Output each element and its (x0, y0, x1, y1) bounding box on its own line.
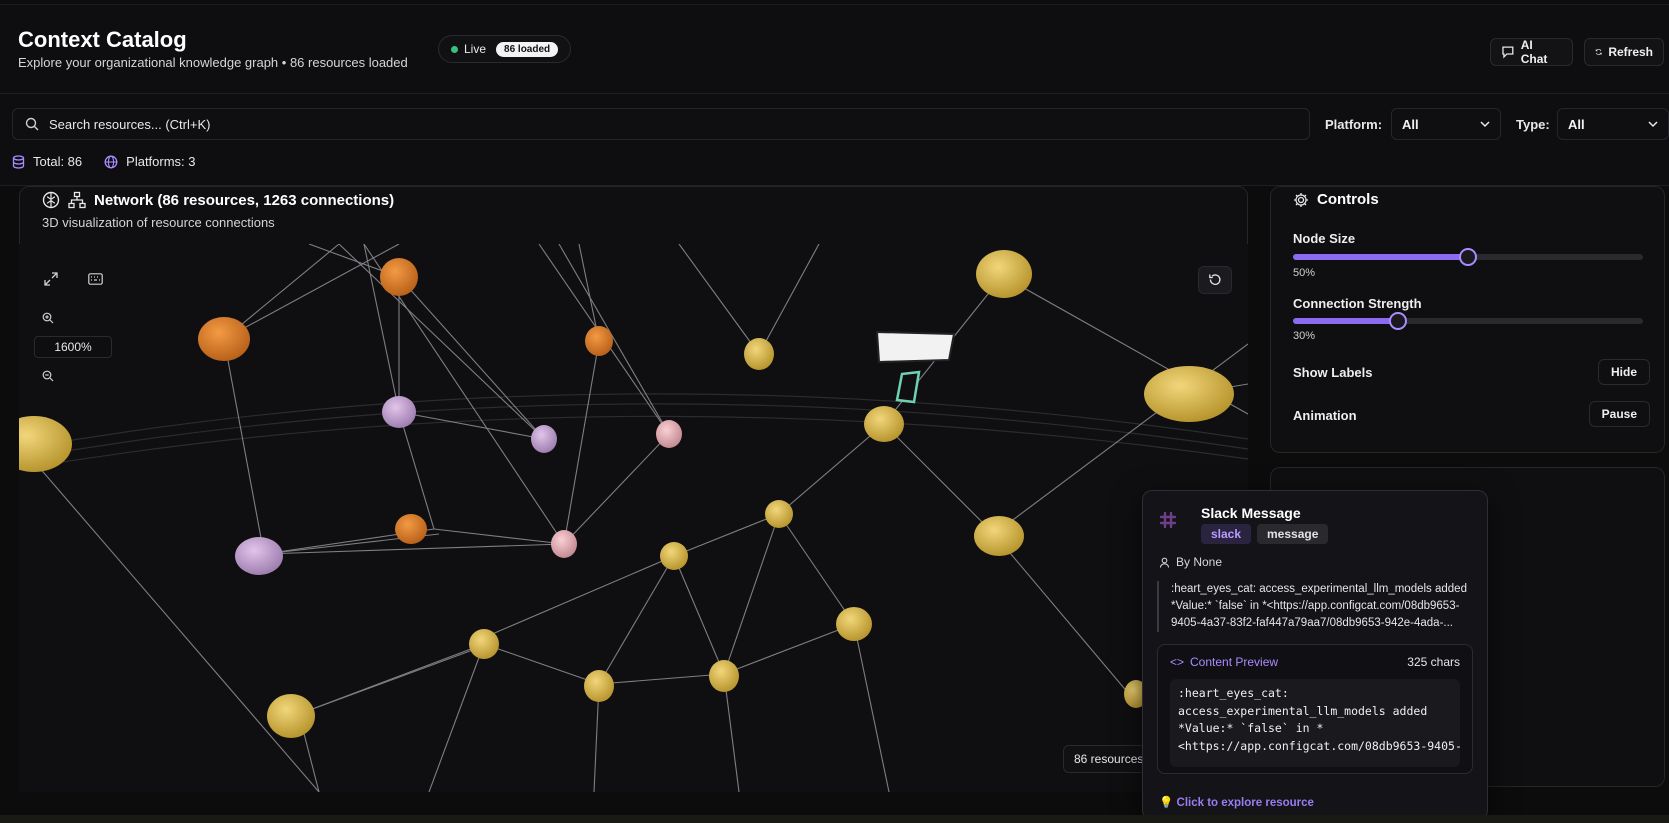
node-size-value: 50% (1293, 267, 1316, 279)
search-icon (25, 117, 39, 131)
node-size-slider[interactable] (1293, 248, 1643, 266)
connection-strength-slider[interactable] (1293, 312, 1643, 330)
resources-count-chip: 86 resources (1063, 745, 1155, 773)
page-title: Context Catalog (18, 27, 187, 52)
bottom-strip (0, 815, 1669, 823)
search-box[interactable] (12, 108, 1310, 140)
controls-panel: Controls Node Size 50% Connection Streng… (1270, 186, 1665, 453)
stats-row: Total: 86 Platforms: 3 (12, 154, 196, 169)
refresh-label: Refresh (1608, 45, 1653, 59)
live-dot-icon (451, 45, 458, 53)
content-preview: <> Content Preview 325 chars :heart_eyes… (1157, 644, 1473, 774)
content-preview-text: :heart_eyes_cat: access_experimental_llm… (1170, 679, 1460, 767)
platform-tag: slack (1201, 524, 1252, 544)
expand-icon (44, 272, 58, 286)
network-icon (68, 191, 86, 209)
node-size-slider-fill (1293, 254, 1468, 260)
message-excerpt: :heart_eyes_cat: access_experimental_llm… (1157, 581, 1477, 632)
content-preview-label: Content Preview (1190, 655, 1279, 669)
connection-strength-label: Connection Strength (1293, 296, 1422, 311)
node-size-label: Node Size (1293, 231, 1356, 246)
platform-select-value: All (1402, 116, 1419, 132)
resource-tooltip[interactable]: Slack Message slack message By None :hea… (1142, 490, 1488, 820)
refresh-icon (1595, 49, 1602, 55)
refresh-button[interactable]: Refresh (1584, 38, 1664, 66)
show-labels-label: Show Labels (1293, 365, 1373, 380)
user-icon (1159, 557, 1170, 568)
content-preview-char-count: 325 chars (1407, 655, 1460, 669)
database-icon (12, 154, 25, 169)
fullscreen-button[interactable] (40, 268, 62, 290)
keyboard-shortcuts-button[interactable] (84, 268, 106, 290)
type-select[interactable]: All (1557, 108, 1669, 140)
keyboard-icon (87, 273, 103, 285)
rotate-ccw-icon (1209, 274, 1221, 285)
author-row: By None (1159, 555, 1222, 569)
node-size-slider-thumb[interactable] (1459, 248, 1477, 266)
chevron-down-icon (1480, 121, 1490, 128)
connection-strength-value: 30% (1293, 330, 1316, 342)
zoom-out-icon (42, 370, 54, 382)
type-tag: message (1257, 524, 1329, 544)
controls-title-row: Controls (1293, 191, 1379, 208)
connection-strength-slider-thumb[interactable] (1389, 312, 1407, 330)
slack-icon (1159, 511, 1177, 529)
graph-canvas[interactable] (19, 244, 1248, 792)
zoom-level: 1600% (34, 336, 112, 358)
platforms-count: Platforms: 3 (126, 154, 196, 169)
tooltip-title: Slack Message (1201, 505, 1301, 521)
controls-title: Controls (1317, 191, 1379, 208)
total-count: Total: 86 (33, 154, 83, 169)
ai-chat-button[interactable]: AI Chat (1490, 38, 1573, 66)
total-stat: Total: 86 (12, 154, 82, 169)
animation-toggle-button[interactable]: Pause (1588, 401, 1650, 427)
code-icon: <> (1170, 655, 1185, 669)
content-preview-header: <> Content Preview (1170, 655, 1278, 669)
app-root: Context Catalog Explore your organizatio… (0, 0, 1669, 823)
animation-label: Animation (1293, 408, 1357, 423)
ai-chat-label: AI Chat (1520, 38, 1548, 66)
type-filter-label: Type: (1516, 117, 1550, 132)
platforms-stat: Platforms: 3 (104, 154, 196, 169)
chevron-down-icon (1648, 121, 1658, 128)
live-label: Live (464, 42, 487, 56)
show-labels-toggle-button[interactable]: Hide (1597, 359, 1650, 385)
zoom-in-button[interactable] (38, 308, 58, 328)
zoom-in-icon (42, 312, 54, 324)
search-input[interactable] (49, 116, 1309, 132)
reset-view-button[interactable] (1198, 266, 1232, 294)
network-title-row: Network (86 resources, 1263 connections) (42, 191, 394, 209)
globe-icon (104, 155, 118, 168)
author-text: By None (1176, 555, 1223, 569)
gear-icon (1294, 192, 1308, 207)
connection-strength-slider-fill (1293, 318, 1398, 324)
platform-filter-label: Platform: (1325, 117, 1383, 132)
live-status-pill: Live 86 loaded (438, 35, 572, 63)
type-select-value: All (1568, 116, 1585, 132)
header: Context Catalog Explore your organizatio… (0, 4, 1669, 94)
brain-icon (42, 191, 60, 209)
network-title: Network (86 resources, 1263 connections) (94, 191, 395, 209)
loaded-badge: 86 loaded (496, 41, 559, 57)
chat-icon (1502, 46, 1514, 59)
filter-bar: Platform: All Type: All Total: 86 Platfo… (0, 94, 1669, 186)
explore-resource-link[interactable]: 💡 Click to explore resource (1159, 795, 1314, 809)
network-subtitle: 3D visualization of resource connections (42, 215, 275, 230)
platform-select[interactable]: All (1391, 108, 1501, 140)
page-subtitle: Explore your organizational knowledge gr… (18, 55, 408, 70)
zoom-out-button[interactable] (38, 366, 58, 386)
